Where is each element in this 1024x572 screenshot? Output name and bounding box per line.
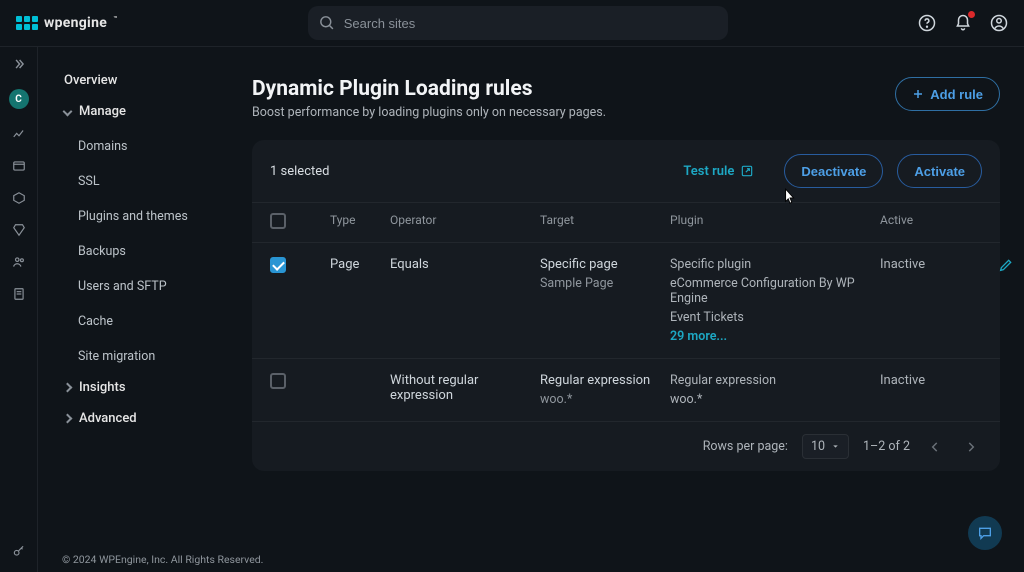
cell-plugin-item: eCommerce Configuration By WP Engine <box>670 276 880 306</box>
cell-plugin-head: Specific plugin <box>670 257 880 272</box>
page-subtitle: Boost performance by loading plugins onl… <box>252 105 606 120</box>
select-all-checkbox[interactable] <box>270 213 286 229</box>
cell-target-sub: Sample Page <box>540 276 670 291</box>
deactivate-button[interactable]: Deactivate <box>784 154 883 188</box>
diamond-icon[interactable] <box>12 223 26 237</box>
row-checkbox[interactable] <box>270 257 286 273</box>
brand-trademark: ™ <box>113 15 117 23</box>
expand-sidebar-icon[interactable] <box>12 57 26 71</box>
col-operator: Operator <box>390 213 540 232</box>
footer-copyright: © 2024 WPEngine, Inc. All Rights Reserve… <box>62 553 263 566</box>
cell-target-head: Specific page <box>540 257 670 272</box>
add-rule-label: Add rule <box>930 87 983 102</box>
test-rule-label: Test rule <box>683 164 734 179</box>
nav-insights-label: Insights <box>79 380 126 395</box>
brand-name: wpengine <box>44 15 107 31</box>
nav-advanced[interactable]: Advanced <box>58 403 220 434</box>
search-input[interactable] <box>308 6 728 40</box>
nav-migration[interactable]: Site migration <box>58 341 220 372</box>
chevron-right-icon <box>63 414 73 424</box>
nav-manage[interactable]: Manage <box>58 96 220 127</box>
chat-icon[interactable] <box>968 516 1002 550</box>
cell-plugin-head: Regular expression <box>670 373 880 388</box>
users-icon[interactable] <box>12 255 26 269</box>
col-type: Type <box>330 213 390 232</box>
pager-range: 1–2 of 2 <box>863 439 910 454</box>
search-wrap <box>308 6 728 40</box>
tag-icon[interactable] <box>12 191 26 205</box>
cell-plugin-item: woo.* <box>670 392 880 407</box>
nav-backups[interactable]: Backups <box>58 236 220 267</box>
cell-target-sub: woo.* <box>540 392 670 407</box>
rows-per-page-select[interactable]: 10 <box>802 434 849 459</box>
logo[interactable]: wpengine ™ <box>16 15 117 31</box>
activate-button[interactable]: Activate <box>897 154 982 188</box>
key-icon[interactable] <box>12 544 26 558</box>
logo-mark-icon <box>16 16 38 30</box>
table-row: Without regular expression Regular expre… <box>252 359 1000 422</box>
nav-manage-label: Manage <box>79 104 126 119</box>
row-checkbox[interactable] <box>270 373 286 389</box>
col-plugin: Plugin <box>670 213 880 232</box>
page-title: Dynamic Plugin Loading rules <box>252 77 606 101</box>
selected-count: 1 selected <box>270 164 669 179</box>
nav-users[interactable]: Users and SFTP <box>58 271 220 302</box>
edit-icon[interactable] <box>998 257 1014 273</box>
dropdown-icon <box>831 442 840 451</box>
notification-dot <box>968 11 975 18</box>
external-link-icon <box>740 164 754 178</box>
test-rule-link[interactable]: Test rule <box>683 164 754 179</box>
pager-prev-icon[interactable] <box>924 436 946 458</box>
nav-plugins[interactable]: Plugins and themes <box>58 201 220 232</box>
documents-icon[interactable] <box>12 287 26 301</box>
col-active: Active <box>880 213 980 232</box>
rows-per-page-value: 10 <box>811 439 825 454</box>
account-icon[interactable] <box>990 14 1008 32</box>
pager-next-icon[interactable] <box>960 436 982 458</box>
nav-domains[interactable]: Domains <box>58 131 220 162</box>
table-row: Page Equals Specific page Sample Page Sp… <box>252 243 1000 359</box>
bell-icon[interactable] <box>954 14 972 32</box>
cell-type: Page <box>330 257 390 272</box>
chevron-down-icon <box>63 107 73 117</box>
nav-advanced-label: Advanced <box>79 411 137 426</box>
cell-operator: Without regular expression <box>390 373 540 403</box>
nav-insights[interactable]: Insights <box>58 372 220 403</box>
site-avatar[interactable]: C <box>9 89 29 109</box>
environments-icon[interactable] <box>12 159 26 173</box>
rows-per-page-label: Rows per page: <box>703 439 788 454</box>
cell-operator: Equals <box>390 257 540 272</box>
col-target: Target <box>540 213 670 232</box>
cell-active: Inactive <box>880 257 980 272</box>
nav-overview[interactable]: Overview <box>58 65 220 96</box>
cell-active: Inactive <box>880 373 980 388</box>
nav-ssl[interactable]: SSL <box>58 166 220 197</box>
nav-cache[interactable]: Cache <box>58 306 220 337</box>
cell-plugin-item: Event Tickets <box>670 310 880 325</box>
cell-plugin-more[interactable]: 29 more... <box>670 329 880 344</box>
cell-target-head: Regular expression <box>540 373 670 388</box>
search-icon <box>318 14 335 31</box>
plus-icon <box>912 88 924 100</box>
add-rule-button[interactable]: Add rule <box>895 77 1000 111</box>
chevron-right-icon <box>63 383 73 393</box>
analytics-icon[interactable] <box>12 127 26 141</box>
help-icon[interactable] <box>918 14 936 32</box>
